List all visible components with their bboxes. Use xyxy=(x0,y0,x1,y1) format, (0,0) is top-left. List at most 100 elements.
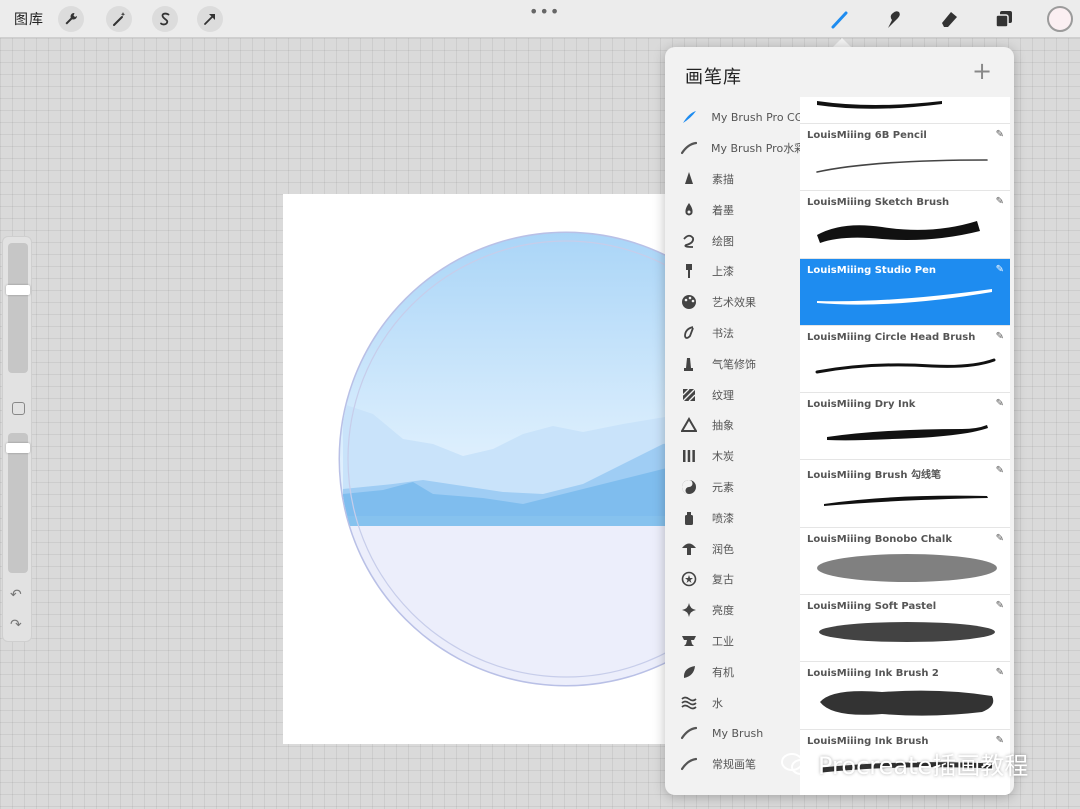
actions-button[interactable] xyxy=(58,6,84,32)
brush-category-label: 亮度 xyxy=(712,604,734,618)
brush-category-item[interactable]: 工业 xyxy=(665,626,800,657)
brush-category-item[interactable]: My Brush Pro水彩 xyxy=(665,133,800,164)
brush-edit-icon[interactable]: ✎ xyxy=(996,667,1004,678)
brush-category-label: 艺术效果 xyxy=(712,296,756,310)
brush-edit-icon[interactable]: ✎ xyxy=(996,331,1004,342)
leaf-icon xyxy=(680,663,698,681)
brush-category-label: 复古 xyxy=(712,573,734,587)
charcoal-icon xyxy=(680,447,698,465)
brush-name: LouisMiiing Studio Pen xyxy=(807,264,937,276)
undo-button[interactable]: ↶ xyxy=(10,587,22,603)
brush-stroke-preview xyxy=(816,159,988,173)
brush-category-item[interactable]: My Brush xyxy=(665,718,800,749)
brush-item-partial[interactable] xyxy=(800,97,1010,124)
brush-category-item[interactable]: 素描 xyxy=(665,164,800,195)
brush-stroke-preview xyxy=(817,288,992,305)
brush-category-label: 上漆 xyxy=(712,265,734,279)
adjustments-button[interactable] xyxy=(106,6,132,32)
eraser-tool-button[interactable] xyxy=(935,5,963,33)
brush-category-item[interactable]: 纹理 xyxy=(665,379,800,410)
paint-brush-icon xyxy=(680,262,698,280)
wechat-icon xyxy=(781,752,811,775)
brush-item[interactable]: LouisMiiing Ink Brush 2 ✎ xyxy=(800,662,1010,730)
ink-drop-icon xyxy=(680,201,698,219)
brush-edit-icon[interactable]: ✎ xyxy=(996,533,1004,544)
yin-yang-icon xyxy=(680,478,698,496)
selection-s-icon xyxy=(160,12,170,26)
brush-edit-icon[interactable]: ✎ xyxy=(996,465,1004,476)
brush-category-item[interactable]: My Brush Pro CG xyxy=(665,102,800,133)
brush-stroke-preview xyxy=(817,221,980,244)
brush-category-label: My Brush Pro CG xyxy=(711,110,800,124)
brush-item[interactable]: LouisMiiing Bonobo Chalk ✎ xyxy=(800,527,1010,596)
magic-wand-icon xyxy=(113,12,126,26)
brush-category-item[interactable]: 绘图 xyxy=(665,225,800,256)
opacity-slider[interactable] xyxy=(8,433,28,573)
eraser-icon xyxy=(942,12,957,27)
transform-button[interactable] xyxy=(197,6,223,32)
brush-category-item[interactable]: 亮度 xyxy=(665,595,800,626)
brush-item[interactable]: LouisMiiing Sketch Brush ✎ xyxy=(800,191,1010,259)
brush-category-item[interactable]: 喷漆 xyxy=(665,502,800,533)
brush-stroke-preview xyxy=(817,553,997,582)
brush-name: LouisMiiing Soft Pastel xyxy=(807,601,937,613)
gallery-button[interactable]: 图库 xyxy=(14,9,44,29)
brush-category-label: 水 xyxy=(712,696,723,710)
add-brush-button[interactable]: + xyxy=(972,59,992,83)
panel-pointer xyxy=(833,38,851,47)
brush-item[interactable]: LouisMiiing Soft Pastel ✎ xyxy=(800,595,1010,663)
brush-category-item[interactable]: 木炭 xyxy=(665,441,800,472)
brush-size-thumb[interactable] xyxy=(6,285,30,295)
brush-category-label: 有机 xyxy=(712,665,734,679)
modify-button[interactable] xyxy=(12,402,25,415)
stroke-icon xyxy=(680,755,698,773)
brush-item[interactable]: LouisMiiing Circle Head Brush ✎ xyxy=(800,325,1010,394)
opacity-thumb[interactable] xyxy=(6,443,30,453)
brush-category-label: 纹理 xyxy=(712,388,734,402)
brush-edit-icon[interactable]: ✎ xyxy=(996,600,1004,611)
selection-button[interactable] xyxy=(152,6,178,32)
more-options-dots[interactable]: ••• xyxy=(529,2,560,21)
brush-category-item[interactable]: 艺术效果 xyxy=(665,287,800,318)
brush-category-item[interactable]: 元素 xyxy=(665,472,800,503)
brush-category-item[interactable]: 有机 xyxy=(665,656,800,687)
brush-item[interactable]: LouisMiiing Dry Ink ✎ xyxy=(800,393,1010,461)
brush-edit-icon[interactable]: ✎ xyxy=(996,735,1004,746)
layers-tool-button[interactable] xyxy=(990,5,1018,33)
layers-icon xyxy=(995,11,1012,28)
brush-stroke-preview xyxy=(819,622,995,643)
brush-item[interactable]: LouisMiiing Brush 勾线笔 ✎ xyxy=(800,460,1010,528)
brush-item[interactable]: LouisMiiing 6B Pencil ✎ xyxy=(800,124,1010,192)
brush-category-item[interactable]: 抽象 xyxy=(665,410,800,441)
brush-tool-button[interactable] xyxy=(826,5,854,33)
brush-item-selected[interactable]: LouisMiiing Studio Pen ✎ xyxy=(800,258,1010,326)
brush-category-item[interactable]: 水 xyxy=(665,687,800,718)
brush-category-list: My Brush Pro CG My Brush Pro水彩素描 着墨 绘图上漆艺术效… xyxy=(665,102,800,780)
transform-arrow-icon xyxy=(204,14,215,25)
brush-category-item[interactable]: 书法 xyxy=(665,318,800,349)
brush-category-item[interactable]: 上漆 xyxy=(665,256,800,287)
brush-name: LouisMiiing Bonobo Chalk xyxy=(807,533,953,545)
brush-category-item[interactable]: 复古 xyxy=(665,564,800,595)
brush-size-slider[interactable] xyxy=(8,243,28,373)
brush-edit-icon[interactable]: ✎ xyxy=(996,398,1004,409)
brush-category-label: 常规画笔 xyxy=(712,758,756,772)
brush-edit-icon[interactable]: ✎ xyxy=(996,129,1004,140)
brush-category-item[interactable]: 气笔修饰 xyxy=(665,348,800,379)
sparkle-icon xyxy=(680,601,698,619)
waves-icon xyxy=(680,694,698,712)
brush-category-item[interactable]: 润色 xyxy=(665,533,800,564)
color-picker-swatch[interactable] xyxy=(1047,6,1073,32)
star-circle-icon xyxy=(680,570,698,588)
stroke-icon xyxy=(680,724,698,742)
brush-icon xyxy=(831,11,848,29)
brush-edit-icon[interactable]: ✎ xyxy=(996,264,1004,275)
spray-can-icon xyxy=(680,509,698,527)
redo-button[interactable]: ↷ xyxy=(10,617,22,633)
brush-category-label: My Brush Pro水彩 xyxy=(711,142,800,156)
brush-category-item[interactable]: 着墨 xyxy=(665,194,800,225)
brush-edit-icon[interactable]: ✎ xyxy=(996,196,1004,207)
pencil-tip-icon xyxy=(680,170,698,188)
smudge-tool-button[interactable] xyxy=(880,5,908,33)
brush-list: LouisMiiing 6B Pencil ✎ LouisMiiing Sketch… xyxy=(800,97,1010,795)
